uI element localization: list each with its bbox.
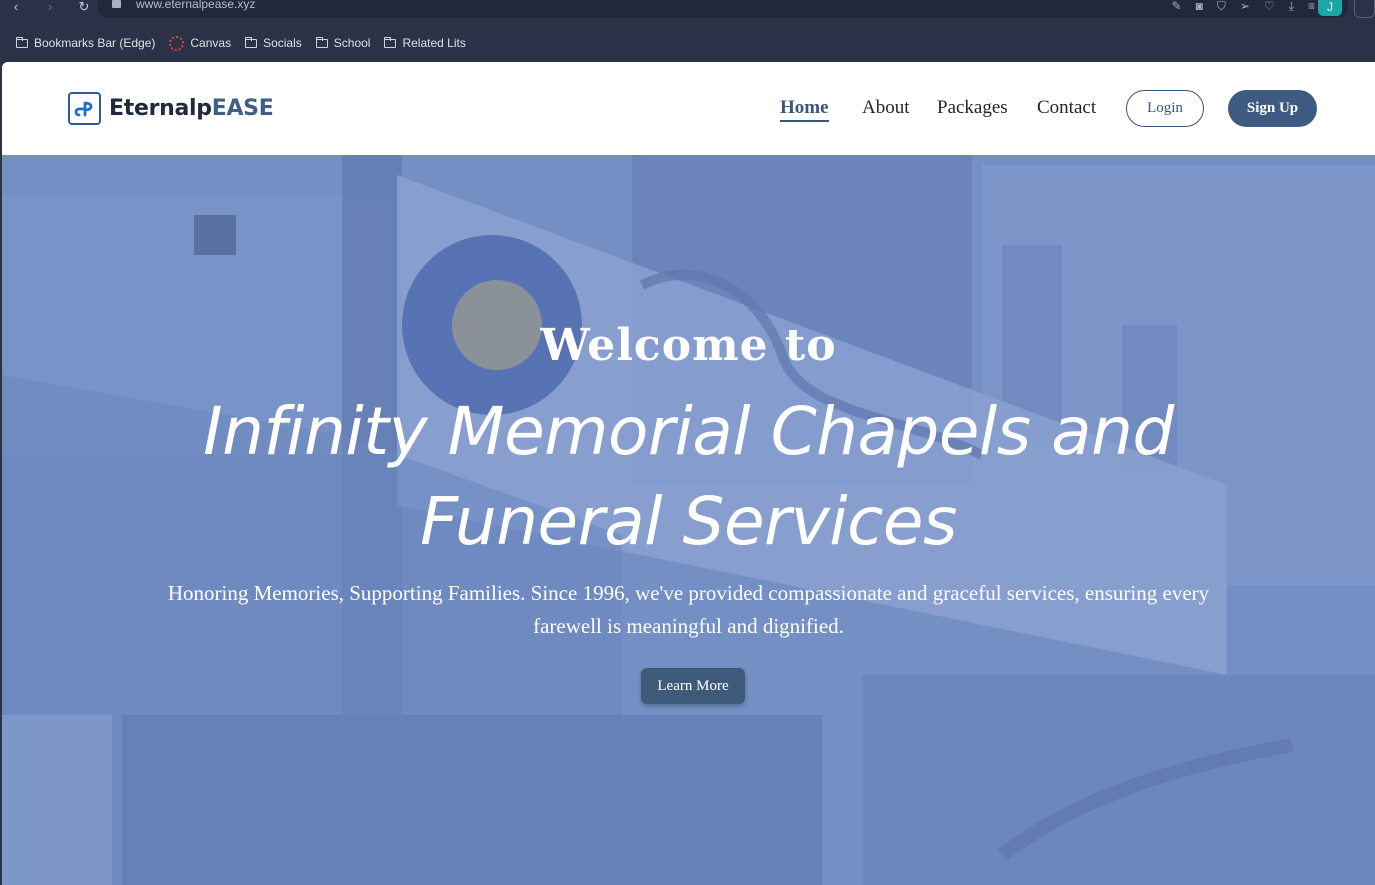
nav-link-home[interactable]: Home (780, 97, 829, 122)
menu-lines-icon[interactable]: ≡ (1308, 0, 1315, 12)
forward-icon[interactable]: › (42, 0, 58, 13)
brand-name-part2: EASE (211, 96, 274, 121)
nav-link-packages[interactable]: Packages (937, 97, 1008, 119)
download-icon[interactable]: ⤓ (1289, 0, 1294, 12)
folder-icon (384, 36, 397, 48)
bookmark-related-lits[interactable]: Related Lits (384, 36, 466, 50)
learn-more-button[interactable]: Learn More (641, 668, 745, 704)
brand-logo-icon[interactable] (68, 92, 101, 125)
browser-extension-icons: ✎ ◙ ⛉ ➢ ♡ ⤓ ≡ (1172, 0, 1315, 12)
back-icon[interactable]: ‹ (8, 0, 24, 13)
bookmark-label: Socials (263, 36, 302, 50)
infinity-logo-icon (74, 101, 92, 116)
signup-button[interactable]: Sign Up (1228, 90, 1317, 127)
page-viewport: EternalpEASE Home About Packages Contact… (2, 62, 1375, 885)
bookmark-canvas[interactable]: Canvas (169, 35, 232, 51)
folder-icon (315, 36, 328, 48)
bookmark-bookmarks-bar-edge[interactable]: Bookmarks Bar (Edge) (15, 36, 156, 50)
lock-icon (112, 0, 121, 8)
site-navbar: EternalpEASE Home About Packages Contact… (2, 62, 1375, 155)
edit-icon[interactable]: ✎ (1172, 0, 1182, 12)
heart-icon[interactable]: ♡ (1264, 0, 1275, 12)
nav-link-contact[interactable]: Contact (1037, 97, 1096, 119)
bookmarks-bar: Bookmarks Bar (Edge) Canvas Socials Scho… (0, 24, 1375, 62)
reload-icon[interactable]: ↻ (76, 0, 92, 13)
url-text[interactable]: www.eternalpease.xyz (136, 0, 255, 11)
folder-icon (15, 36, 28, 48)
shield-icon[interactable]: ⛉ (1217, 0, 1226, 12)
brand-name[interactable]: EternalpEASE (109, 96, 274, 121)
hero-title: Infinity Memorial Chapels and Funeral Se… (203, 393, 1174, 560)
bookmark-label: Canvas (190, 36, 232, 50)
profile-avatar[interactable]: J (1318, 0, 1342, 16)
browser-nav-controls: ‹ › ↻ (8, 0, 92, 14)
browser-toolbar: ‹ › ↻ www.eternalpease.xyz ✎ ◙ ⛉ ➢ ♡ ⤓ ≡… (0, 0, 1375, 24)
bookmark-socials[interactable]: Socials (244, 36, 302, 50)
address-bar[interactable]: www.eternalpease.xyz (98, 0, 1348, 18)
bookmark-label: Related Lits (402, 36, 466, 50)
bookmark-school[interactable]: School (315, 36, 371, 50)
bookmark-label: School (333, 36, 371, 50)
camera-icon[interactable]: ◙ (1196, 0, 1203, 12)
brand-name-part1: Eternalp (109, 96, 212, 121)
bookmark-label: Bookmarks Bar (Edge) (34, 36, 156, 50)
send-icon[interactable]: ➢ (1240, 0, 1250, 12)
login-button[interactable]: Login (1126, 90, 1204, 127)
folder-icon (244, 36, 258, 48)
hero-section: Welcome to Infinity Memorial Chapels and… (2, 155, 1375, 885)
canvas-icon (169, 35, 185, 51)
nav-link-about[interactable]: About (862, 97, 910, 119)
extension-icon[interactable] (1354, 0, 1375, 18)
hero-subtitle: Honoring Memories, Supporting Families. … (167, 581, 1210, 638)
hero-heading: Welcome to (540, 320, 837, 371)
